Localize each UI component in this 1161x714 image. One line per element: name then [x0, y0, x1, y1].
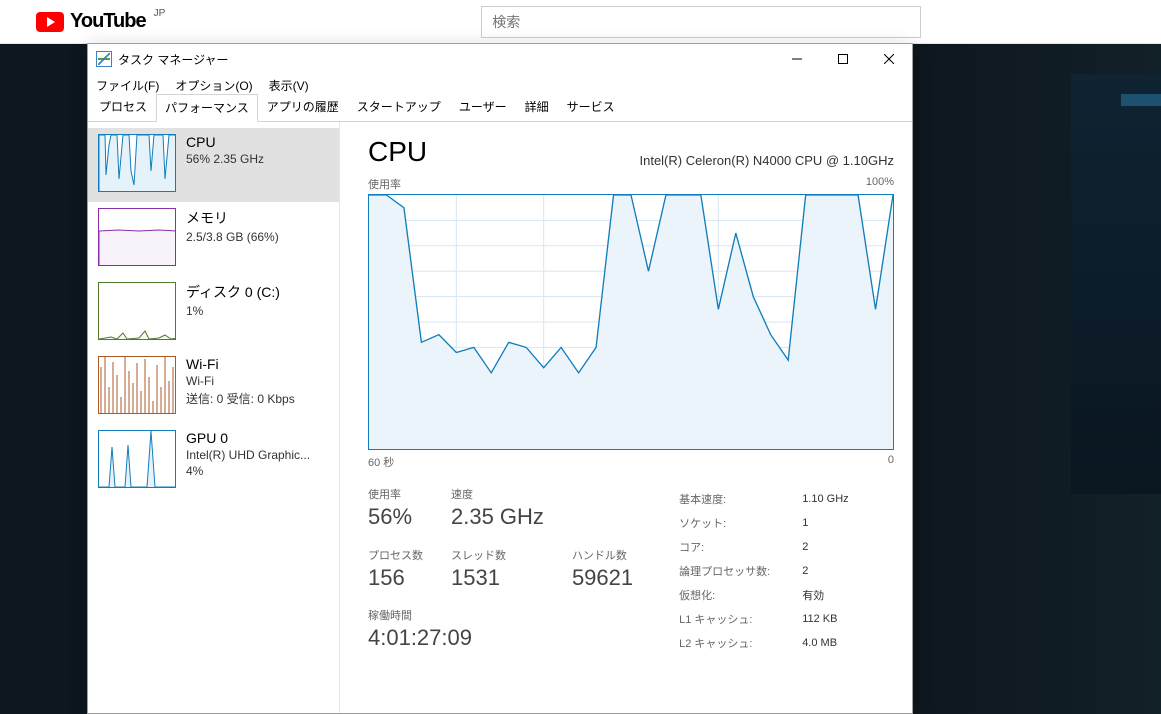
wifi-mini-chart — [98, 356, 176, 414]
label-usage: 使用率 — [368, 486, 423, 502]
menu-options[interactable]: オプション(O) — [175, 77, 252, 94]
sidebar-item-gpu[interactable]: GPU 0 Intel(R) UHD Graphic... 4% — [88, 424, 339, 498]
memory-mini-chart — [98, 208, 176, 266]
page-title: CPU — [368, 136, 427, 168]
label-logical: 論理プロセッサ数: — [679, 560, 800, 582]
label-l1: L1 キャッシュ: — [679, 608, 800, 630]
sidebar-item-sub2: 4% — [186, 464, 310, 478]
value-usage: 56% — [368, 504, 423, 530]
cpu-mini-chart — [98, 134, 176, 192]
sidebar-item-memory[interactable]: メモリ 2.5/3.8 GB (66%) — [88, 202, 339, 276]
label-processes: プロセス数 — [368, 547, 423, 563]
value-threads: 1531 — [451, 565, 544, 591]
youtube-region: JP — [154, 8, 166, 19]
label-handles: ハンドル数 — [572, 547, 633, 563]
sidebar-item-label: Wi-Fi — [186, 356, 295, 372]
sidebar-item-disk[interactable]: ディスク 0 (C:) 1% — [88, 276, 339, 350]
label-threads: スレッド数 — [451, 547, 544, 563]
label-cores: コア: — [679, 536, 800, 558]
sidebar-item-sub: Intel(R) UHD Graphic... — [186, 448, 310, 462]
value-uptime: 4:01:27:09 — [368, 625, 633, 651]
sidebar-item-label: メモリ — [186, 208, 279, 228]
youtube-logo-icon[interactable] — [36, 12, 64, 32]
maximize-button[interactable] — [820, 44, 866, 74]
label-sockets: ソケット: — [679, 512, 800, 534]
value-handles: 59621 — [572, 565, 633, 591]
gpu-mini-chart — [98, 430, 176, 488]
menu-file[interactable]: ファイル(F) — [96, 77, 159, 94]
chart-ylabel: 使用率 — [368, 176, 401, 192]
tab-users[interactable]: ユーザー — [450, 93, 516, 121]
task-manager-window: タスク マネージャー ファイル(F) オプション(O) 表示(V) プロセス パ… — [87, 43, 913, 714]
tab-services[interactable]: サービス — [558, 93, 624, 121]
value-l2: 4.0 MB — [802, 632, 848, 654]
label-speed: 速度 — [451, 486, 544, 502]
label-virt: 仮想化: — [679, 584, 800, 606]
sidebar-item-sub: 56% 2.35 GHz — [186, 152, 264, 166]
label-l2: L2 キャッシュ: — [679, 632, 800, 654]
tab-details[interactable]: 詳細 — [516, 93, 558, 121]
label-base: 基本速度: — [679, 488, 800, 510]
sidebar-item-label: ディスク 0 (C:) — [186, 282, 280, 302]
window-title: タスク マネージャー — [118, 51, 229, 68]
sidebar-item-sub: 1% — [186, 304, 280, 318]
performance-sidebar: CPU 56% 2.35 GHz メモリ 2.5/3.8 GB (66%) — [88, 122, 340, 713]
cpu-model-name: Intel(R) Celeron(R) N4000 CPU @ 1.10GHz — [639, 153, 894, 168]
chart-xmax: 0 — [888, 454, 894, 470]
search-input[interactable] — [481, 6, 921, 38]
sidebar-item-sub: 2.5/3.8 GB (66%) — [186, 230, 279, 244]
performance-main: CPU Intel(R) Celeron(R) N4000 CPU @ 1.10… — [340, 122, 912, 713]
sidebar-item-label: CPU — [186, 134, 264, 150]
titlebar[interactable]: タスク マネージャー — [88, 44, 912, 74]
sidebar-item-cpu[interactable]: CPU 56% 2.35 GHz — [88, 128, 339, 202]
tab-startup[interactable]: スタートアップ — [348, 93, 450, 121]
cpu-usage-chart[interactable] — [368, 194, 894, 450]
chart-xmin: 60 秒 — [368, 454, 394, 470]
value-sockets: 1 — [802, 512, 848, 534]
youtube-header: YouTube JP — [0, 0, 1161, 44]
sidebar-item-label: GPU 0 — [186, 430, 310, 446]
tab-performance[interactable]: パフォーマンス — [156, 94, 258, 122]
sidebar-item-sub: Wi-Fi — [186, 374, 295, 388]
menu-view[interactable]: 表示(V) — [269, 77, 309, 94]
value-base: 1.10 GHz — [802, 488, 848, 510]
value-cores: 2 — [802, 536, 848, 558]
chart-ymax: 100% — [866, 176, 894, 192]
value-virt: 有効 — [802, 584, 848, 606]
value-logical: 2 — [802, 560, 848, 582]
disk-mini-chart — [98, 282, 176, 340]
youtube-logo-text[interactable]: YouTube — [70, 10, 146, 33]
sidebar-item-sub2: 送信: 0 受信: 0 Kbps — [186, 390, 295, 407]
tab-app-history[interactable]: アプリの履歴 — [258, 93, 348, 121]
value-processes: 156 — [368, 565, 423, 591]
close-button[interactable] — [866, 44, 912, 74]
app-icon — [96, 51, 112, 67]
minimize-button[interactable] — [774, 44, 820, 74]
tabbar: プロセス パフォーマンス アプリの履歴 スタートアップ ユーザー 詳細 サービス — [88, 96, 912, 122]
value-l1: 112 KB — [802, 608, 848, 630]
sidebar-item-wifi[interactable]: Wi-Fi Wi-Fi 送信: 0 受信: 0 Kbps — [88, 350, 339, 424]
value-speed: 2.35 GHz — [451, 504, 544, 530]
label-uptime: 稼働時間 — [368, 607, 633, 623]
tab-processes[interactable]: プロセス — [90, 93, 156, 121]
